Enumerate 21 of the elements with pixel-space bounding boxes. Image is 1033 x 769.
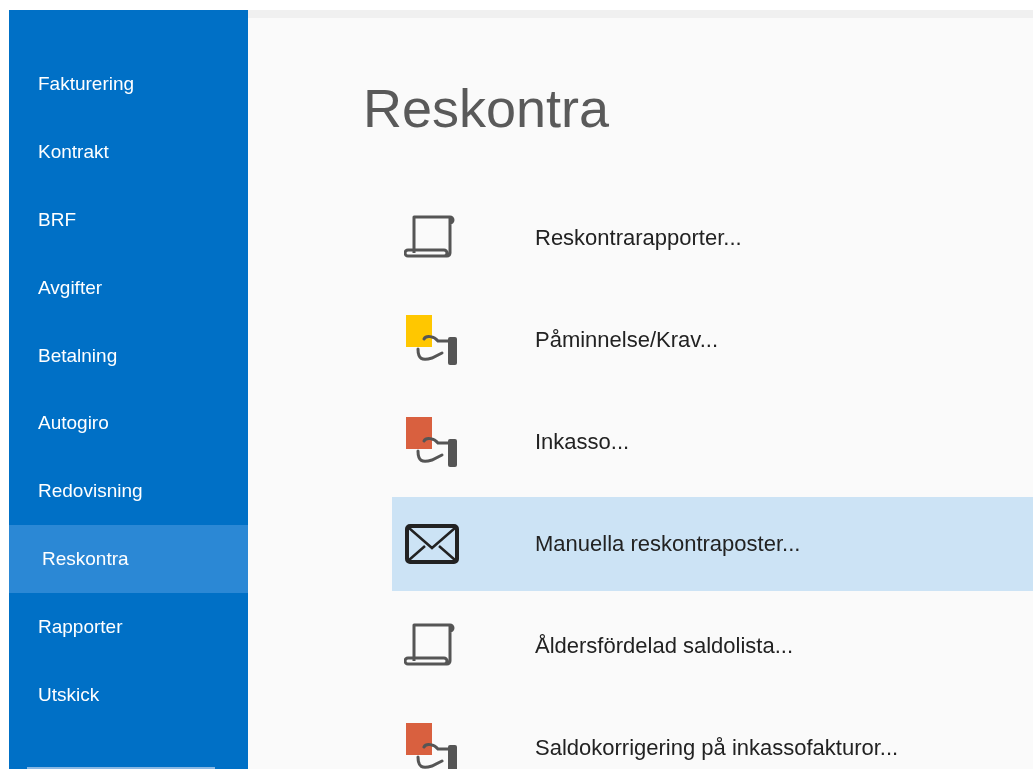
sidebar-item[interactable]: Reskontra <box>9 525 248 594</box>
sidebar-item[interactable]: Kontrakt <box>9 117 248 186</box>
hand-card-icon <box>404 313 460 367</box>
hand-card-icon <box>404 415 460 469</box>
sidebar-item[interactable]: Fakturering <box>9 50 248 118</box>
sidebar-item[interactable]: Betalning <box>9 321 248 390</box>
envelope-icon <box>404 523 460 565</box>
sidebar-item[interactable]: Utskick <box>9 661 248 730</box>
menu-item[interactable]: Åldersfördelad saldolista... <box>392 599 1033 693</box>
menu-item[interactable]: Saldokorrigering på inkassofakturor... <box>392 701 1033 769</box>
sidebar-item[interactable]: BRF <box>9 185 248 254</box>
menu-item[interactable]: Påminnelse/Krav... <box>392 293 1033 387</box>
page-title: Reskontra <box>363 78 611 138</box>
sidebar-item[interactable]: Avgifter <box>9 253 248 322</box>
sidebar-item[interactable]: Redovisning <box>9 457 248 526</box>
sidebar-item[interactable]: Autogiro <box>9 389 248 458</box>
menu-item[interactable]: Reskontrarapporter... <box>392 191 1033 285</box>
menu-item[interactable]: Inkasso... <box>392 395 1033 489</box>
sidebar-item[interactable]: Rapporter <box>9 593 248 662</box>
hand-card-icon <box>404 721 460 769</box>
menu-item[interactable]: Manuella reskontraposter... <box>392 497 1033 591</box>
